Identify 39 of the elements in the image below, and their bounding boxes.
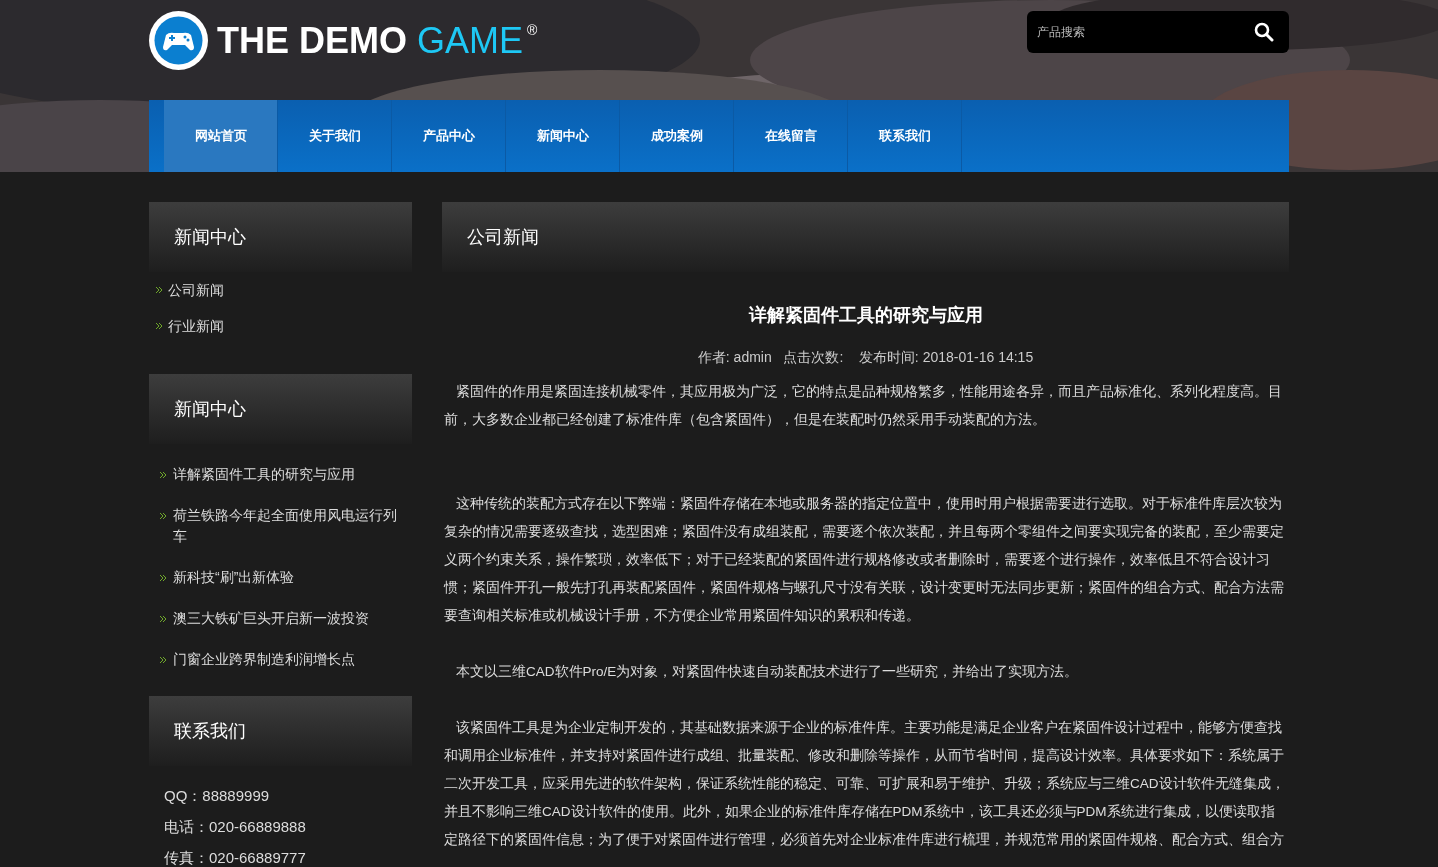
double-chevron-icon xyxy=(156,287,162,293)
contact-info: 电话：020-66889888 xyxy=(164,818,307,836)
article-link[interactable]: 门窗企业跨界制造利润增长点 xyxy=(173,649,355,670)
article-paragraph: 本文以三维CAD软件Pro/E为对象，对紧固件快速自动装配技术进行了一些研究，并给出了实现方法。 xyxy=(455,663,1080,681)
nav-tab[interactable]: 关于我们 xyxy=(278,100,392,172)
article-title: 详解紧固件工具的研究与应用 xyxy=(747,304,984,327)
double-chevron-icon xyxy=(160,657,166,663)
nav-tab[interactable]: 成功案例 xyxy=(620,100,734,172)
gamepad-logo-icon xyxy=(149,11,208,70)
article-link[interactable]: 详解紧固件工具的研究与应用 xyxy=(173,464,355,485)
article-paragraph: 紧固件的作用是紧固连接机械零件，其应用极为广泛，它的特点是品种规格繁多，性能用途各异，而且产品标准化、系列化程度高。目前，大多数企业都已经创建了标准件库（包含紧固件），但是在装配时仍然采用手动装配的方法。 xyxy=(444,383,1283,429)
category-link[interactable]: 行业新闻 xyxy=(168,315,224,337)
nav-tab[interactable]: 联系我们 xyxy=(848,100,962,172)
double-chevron-icon xyxy=(160,575,166,581)
article-paragraph: 该紧固件工具是为企业定制开发的，其基础数据来源于企业的标准件库。主要功能是满足企业客户在紧固件设计过程中，能够方便查找和调用企业标准件，并支持对紧固件进行成组、批量装配、修改和删除等操作，从而节省时间，提高设计效率。具体要求如下：系统属于二次开发工具，应采用先进的软件架构，保证系统性能的稳定、可靠、可扩展和易于维护、升级；系统应与三维CAD设计软件无缝集成，并且不影响三维CAD设计软件的使用。此外，如果企业的标准件库存储在PDM系统中，该工具还必须与PDM系统进行集成，以便读取指定路径下的紧固件信息；为了便于对紧固件进行管理，必须首先对企业标准件库进行梳理，并规范常用的紧固件规格、配合方式、组合方 xyxy=(444,719,1286,849)
sidebar-heading: 新闻中心 xyxy=(149,374,412,444)
sidebar-heading: 联系我们 xyxy=(149,696,412,766)
article-link[interactable]: 荷兰铁路今年起全面使用风电运行列车 xyxy=(173,505,400,547)
search-button[interactable] xyxy=(1239,11,1289,53)
contact-info: QQ：88889999 xyxy=(164,787,271,805)
article-paragraph: 这种传统的装配方式存在以下弊端：紧固件存储在本地或服务器的指定位置中，使用时用户根据需要进行选取。对于标准件库层次较为复杂的情况需要逐级查找，选型困难；紧固件没有成组装配，需要逐个依次装配，并且每两个零组件之间要实现完备的装配，至少需要定义两个约束关系，操作繁琐，效率低下；对于已经装配的紧固件进行规格修改或者删除时，需要逐个进行操作，效率低且不符合设计习惯；紧固件开孔一般先打孔再装配紧固件，紧固件规格与螺孔尺寸没有关联，设计变更时无法同步更新；紧固件的组合方式、配合方法需要查询相关标准或机械设计手册，不方便企业常用紧固件知识的累积和传递。 xyxy=(444,495,1285,625)
search-icon xyxy=(1254,22,1274,42)
logo-text: THE DEMO GAME® xyxy=(217,22,538,59)
nav-tab[interactable]: 新闻中心 xyxy=(506,100,620,172)
nav-tab[interactable]: 网站首页 xyxy=(164,100,278,172)
article-meta: 作者: admin 点击次数: 发布时间: 2018-01-16 14:15 xyxy=(696,348,1035,367)
article-link[interactable]: 新科技“刷”出新体验 xyxy=(173,567,295,588)
content-heading: 公司新闻 xyxy=(442,202,1289,272)
article-link[interactable]: 澳三大铁矿巨头开启新一波投资 xyxy=(173,608,369,629)
double-chevron-icon xyxy=(160,513,166,519)
nav-tab[interactable]: 产品中心 xyxy=(392,100,506,172)
search-field[interactable]: 产品搜索 xyxy=(1027,11,1239,53)
category-link[interactable]: 公司新闻 xyxy=(168,279,224,301)
double-chevron-icon xyxy=(160,472,166,478)
nav-tab[interactable]: 在线留言 xyxy=(734,100,848,172)
double-chevron-icon xyxy=(160,616,166,622)
contact-info: 传真：020-66889777 xyxy=(164,849,307,867)
double-chevron-icon xyxy=(156,323,162,329)
sidebar-heading: 新闻中心 xyxy=(149,202,412,272)
